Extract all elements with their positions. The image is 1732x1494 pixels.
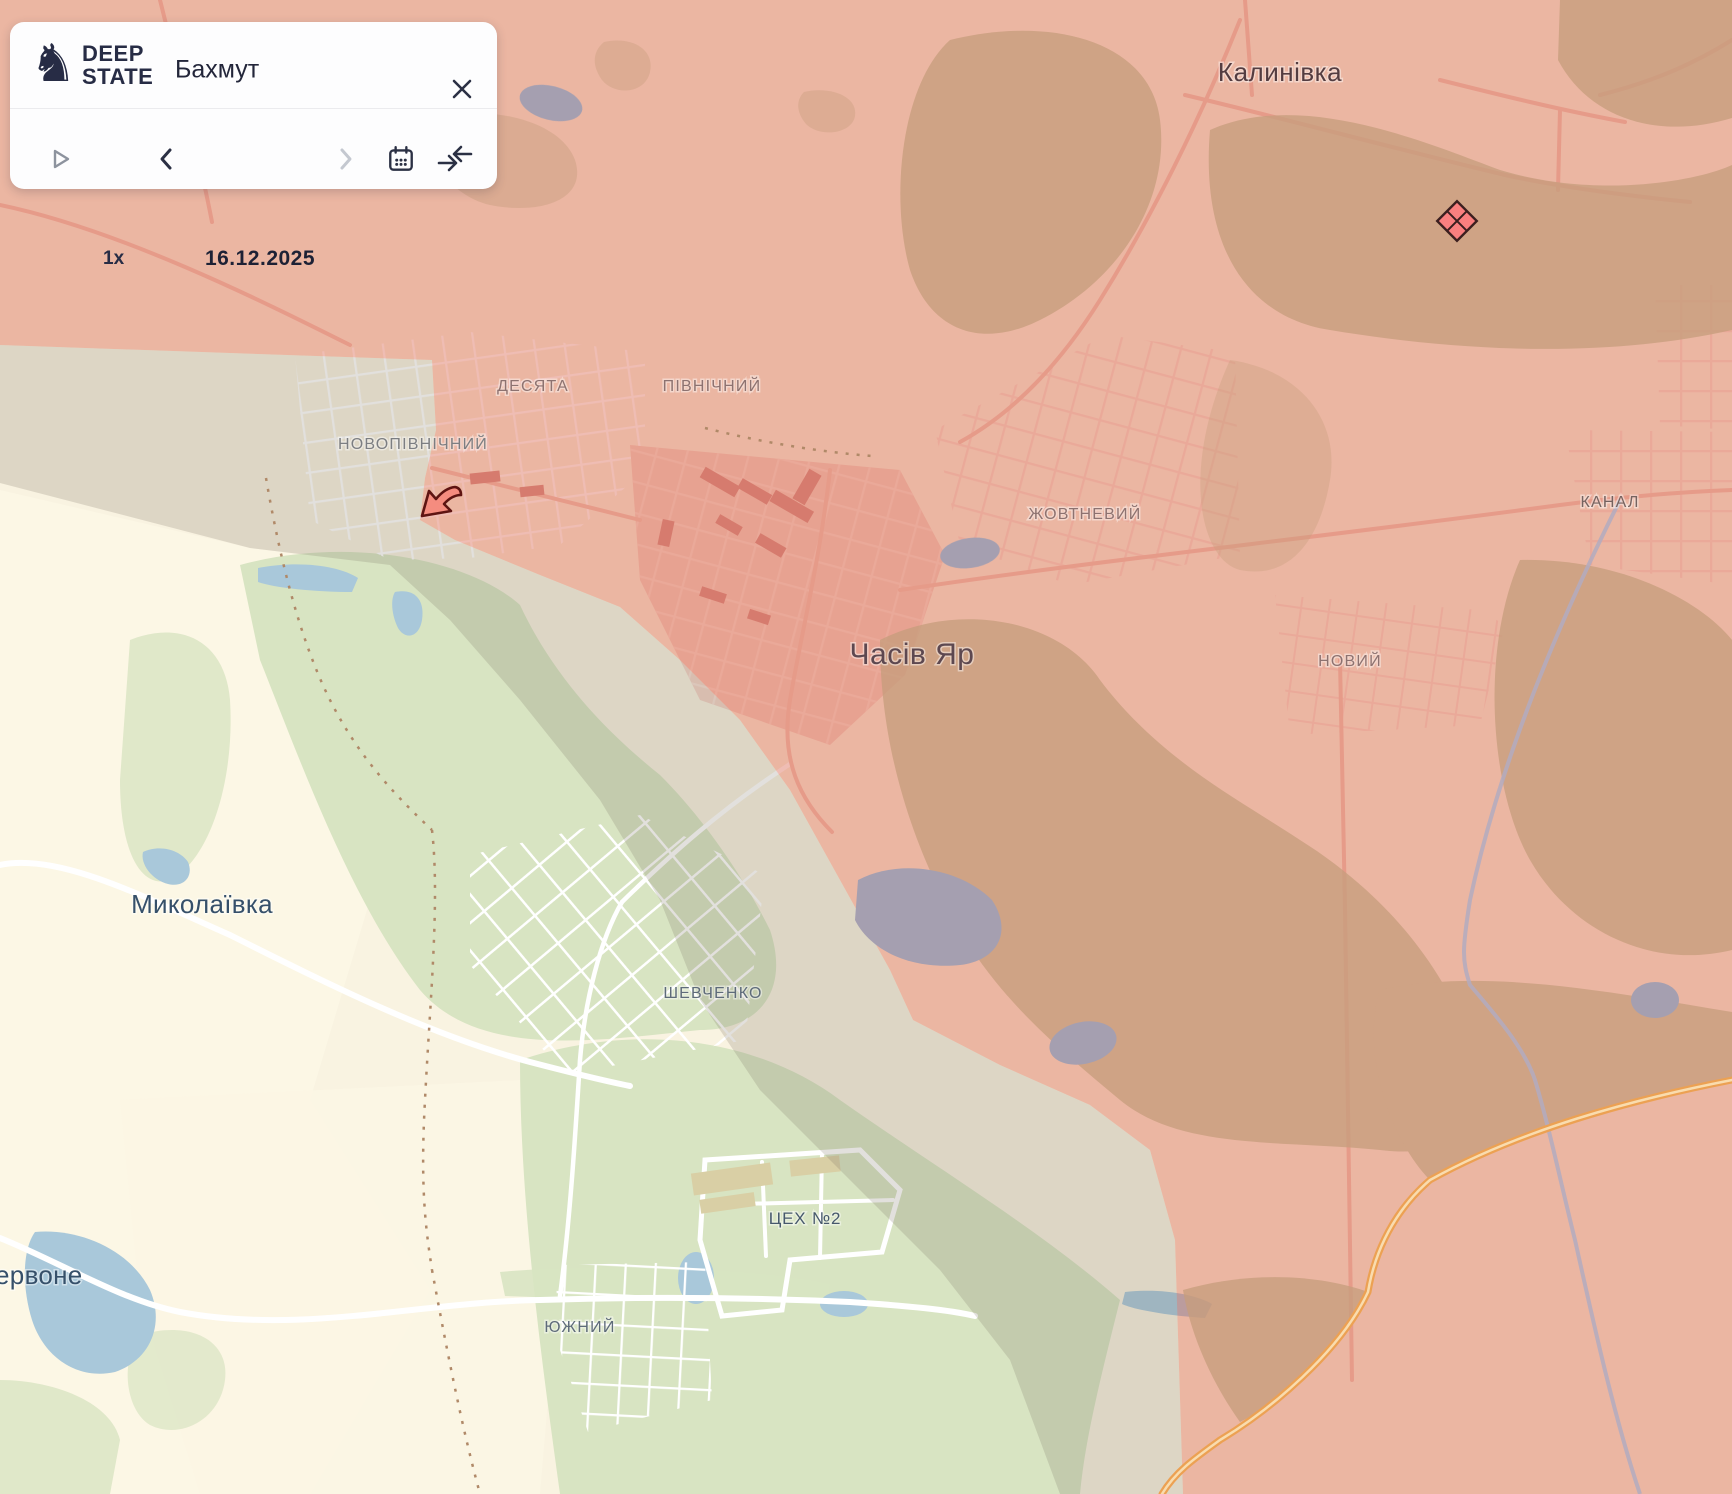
date-display[interactable]: 16.12.2025 (190, 247, 330, 271)
calendar-icon (386, 144, 416, 174)
timeline-controls: 1x 16.12.2025 (10, 109, 497, 189)
region-title: Бахмут (175, 56, 259, 85)
chevron-right-icon (338, 147, 354, 171)
map-label: КАНАЛ (1580, 494, 1639, 511)
bright-fields-south (120, 1080, 560, 1494)
map-label: Калинівка (1218, 57, 1342, 87)
map-label: Часів Яр (850, 638, 975, 671)
control-panel: ♞ DEEP STATE Бахмут 1x 16.12.2025 (10, 22, 497, 189)
map-canvas[interactable]: Калинівка Часів Яр Миколаївка Червоне ДЕСЯТА… (0, 0, 1732, 1494)
next-date-button[interactable] (338, 147, 354, 171)
map-label: Миколаївка (131, 889, 273, 919)
map-label: ШЕВЧЕНКО (663, 985, 762, 1002)
calendar-button[interactable] (386, 144, 416, 174)
logo-line2: STATE (82, 65, 153, 88)
prev-date-button[interactable] (158, 147, 174, 171)
map-label: Червоне (0, 1260, 83, 1290)
map-label: ЮЖНИЙ (544, 1317, 615, 1336)
map-label: НОВИЙ (1318, 651, 1382, 670)
map-label: ЦЕХ №2 (769, 1209, 841, 1228)
deepstate-knight-logo-icon: ♞ (30, 36, 77, 92)
close-button[interactable] (446, 74, 478, 104)
playback-speed[interactable]: 1x (103, 248, 124, 270)
compare-dates-button[interactable] (436, 145, 474, 173)
logo-line1: DEEP (82, 42, 153, 65)
map-label: ПІВНІЧНИЙ (663, 376, 762, 395)
map-label: ЖОВТНЕВИЙ (1029, 504, 1142, 523)
deepstate-logo-text: DEEP STATE (82, 42, 153, 88)
play-button[interactable] (52, 148, 72, 170)
close-icon (450, 77, 474, 101)
map-label: НОВОПІВНІЧНИЙ (338, 434, 488, 453)
play-icon (52, 148, 72, 170)
panel-header: ♞ DEEP STATE Бахмут (10, 22, 497, 108)
deepstate-map-app: Калинівка Часів Яр Миколаївка Червоне ДЕСЯТА… (0, 0, 1732, 1494)
chevron-left-icon (158, 147, 174, 171)
map-label: ДЕСЯТА (497, 378, 569, 395)
compare-dates-icon (436, 145, 474, 173)
